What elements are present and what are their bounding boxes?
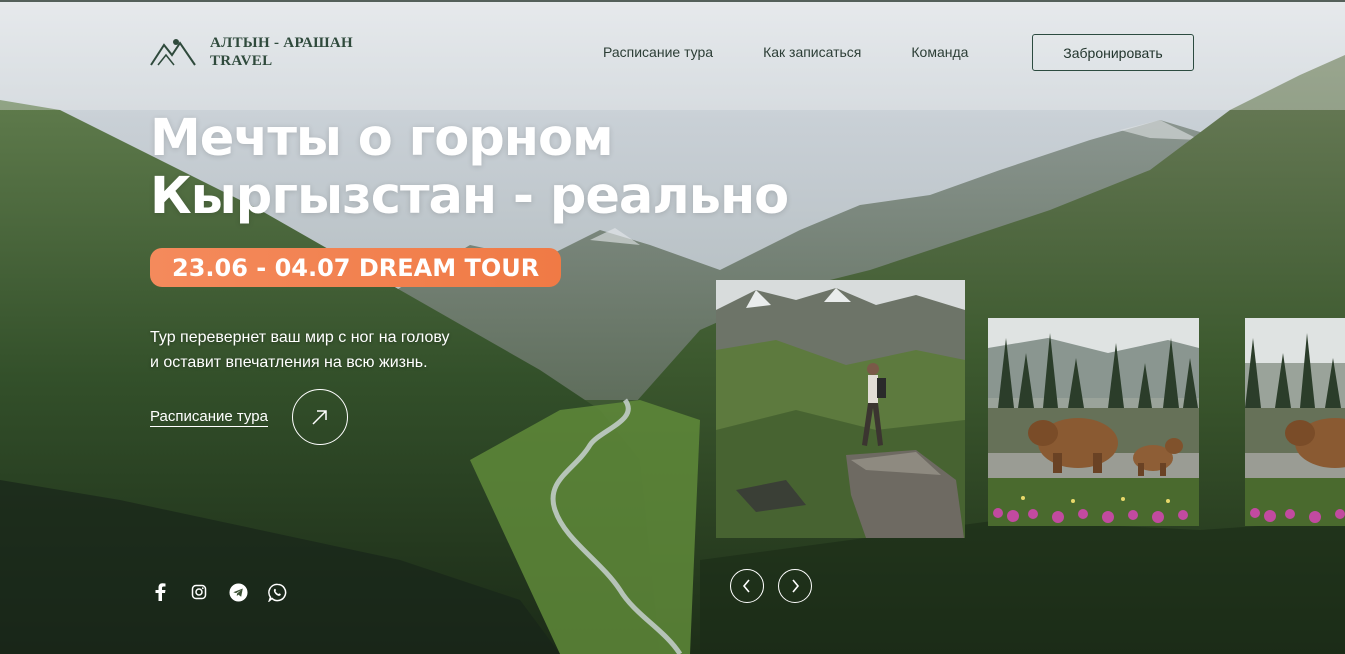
schedule-link[interactable]: Расписание тура: [150, 408, 268, 427]
instagram-icon[interactable]: [189, 582, 209, 602]
slider-prev-button[interactable]: [730, 569, 764, 603]
tour-dates-badge: 23.06 - 04.07 DREAM TOUR: [150, 248, 562, 287]
slider-next-button[interactable]: [778, 569, 812, 603]
hero-title: Мечты о горном Кыргызстан - реально: [150, 109, 789, 226]
description-line1: Тур перевернет ваш мир с ног на голову: [150, 329, 450, 346]
mountains-logo-icon: [150, 39, 196, 66]
social-links: [150, 582, 287, 602]
logo-line1: АЛТЫН - АРАШАН: [210, 35, 353, 51]
hero-description: Тур перевернет ваш мир с ног на голову и…: [150, 325, 450, 375]
hiker-on-rock-photo: [716, 280, 965, 538]
book-button[interactable]: Забронировать: [1032, 34, 1194, 71]
description-line2: и оставит впечатления на всю жизнь.: [150, 354, 428, 371]
bears-in-meadow-photo: [1245, 318, 1345, 526]
hero-title-line1: Мечты о горном: [150, 109, 614, 168]
chevron-right-icon: [792, 579, 800, 593]
chevron-left-icon: [742, 579, 750, 593]
slide-bears-photo-next[interactable]: [1245, 318, 1345, 526]
slide-hiker-photo[interactable]: [716, 280, 965, 538]
nav-team[interactable]: Команда: [911, 44, 968, 60]
whatsapp-icon[interactable]: [267, 582, 287, 602]
logo[interactable]: АЛТЫН - АРАШАН TRAVEL: [150, 34, 353, 70]
schedule-arrow-button[interactable]: [292, 389, 348, 445]
telegram-icon[interactable]: [228, 582, 248, 602]
logo-line2: TRAVEL: [210, 53, 273, 69]
main-nav: Расписание тура Как записаться Команда: [603, 44, 968, 60]
arrow-up-right-icon: [312, 410, 327, 425]
logo-text: АЛТЫН - АРАШАН TRAVEL: [210, 34, 353, 70]
bears-in-meadow-photo: [988, 318, 1199, 526]
top-border: [0, 0, 1345, 2]
facebook-icon[interactable]: [150, 582, 170, 602]
nav-how-to-register[interactable]: Как записаться: [763, 44, 861, 60]
hero-title-line2: Кыргызстан - реально: [150, 167, 789, 226]
slide-bears-photo[interactable]: [988, 318, 1199, 526]
nav-schedule[interactable]: Расписание тура: [603, 44, 713, 60]
